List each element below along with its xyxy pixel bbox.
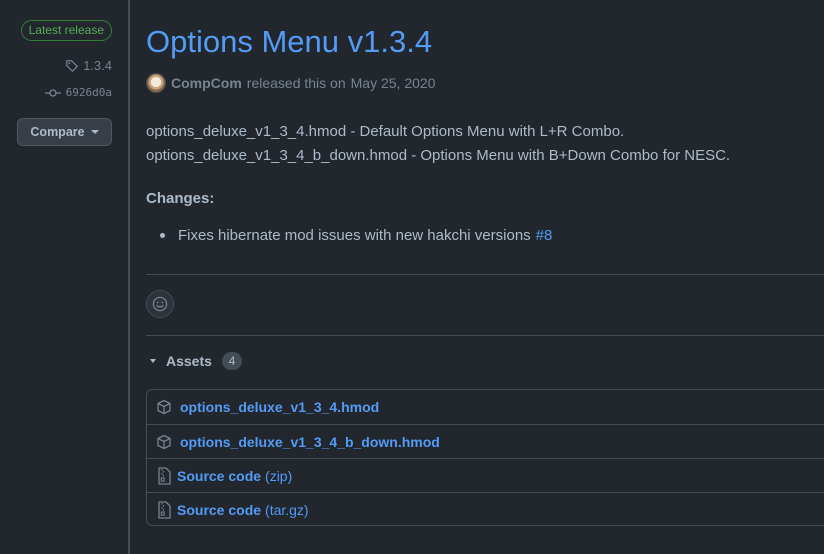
release-title[interactable]: Options Menu v1.3.4 [146,24,432,60]
compare-button[interactable]: Compare [17,118,112,146]
commit-link[interactable]: 6926d0a [44,86,112,99]
archive-format: (tar.gz) [265,501,309,518]
source-code-link[interactable]: Source code [177,502,261,518]
chevron-down-icon [90,130,99,134]
asset-link[interactable]: options_deluxe_v1_3_4.hmod [180,399,379,415]
commit-icon [44,88,61,97]
assets-label: Assets [166,353,212,369]
latest-release-badge: Latest release [20,20,112,41]
release-page: Latest release 1.3.4 6926d0a Compare Opt… [0,0,824,554]
file-zip-icon [158,500,171,519]
release-notes: options_deluxe_v1_3_4.hmod - Default Opt… [146,120,814,168]
timeline-divider [128,0,130,554]
add-reaction-button[interactable] [146,290,174,318]
changes-list: Fixes hibernate mod issues with new hakc… [160,227,552,244]
author-link[interactable]: CompCom [171,75,242,91]
list-item: Fixes hibernate mod issues with new hakc… [160,227,552,244]
tag-icon [66,59,78,72]
release-byline: CompCom released this on May 25, 2020 [146,73,435,93]
tag-link[interactable]: 1.3.4 [65,58,112,73]
package-icon [157,399,171,415]
asset-link[interactable]: options_deluxe_v1_3_4_b_down.hmod [180,434,440,450]
compare-label: Compare [30,125,85,139]
release-date: May 25, 2020 [350,75,436,91]
asset-row[interactable]: Source code (tar.gz) [147,492,824,526]
package-icon [157,434,171,449]
source-code-link[interactable]: Source code [177,468,261,484]
archive-format: (zip) [265,467,293,484]
divider [146,274,824,275]
release-main: Options Menu v1.3.4 CompCom released thi… [146,0,824,554]
asset-row[interactable]: Source code (zip) [147,458,824,492]
tag-label: 1.3.4 [83,58,112,73]
notes-line: options_deluxe_v1_3_4_b_down.hmod - Opti… [146,147,731,164]
triangle-down-icon [150,359,156,363]
divider [146,335,824,336]
smiley-icon [152,296,168,312]
commit-hash: 6926d0a [65,86,112,99]
notes-line: options_deluxe_v1_3_4.hmod - Default Opt… [146,123,625,140]
asset-row[interactable]: options_deluxe_v1_3_4.hmod [147,390,824,424]
released-text: released this on [246,75,346,91]
assets-list: options_deluxe_v1_3_4.hmod options_delux… [146,389,824,526]
issue-link[interactable]: #8 [536,227,553,244]
assets-count-badge: 4 [221,352,242,370]
avatar[interactable] [146,73,166,93]
changes-heading: Changes: [146,190,215,207]
assets-toggle[interactable]: Assets 4 [150,352,242,370]
change-text: Fixes hibernate mod issues with new hakc… [178,227,531,244]
file-zip-icon [158,466,171,485]
bullet-icon [160,233,165,238]
release-sidebar: Latest release 1.3.4 6926d0a Compare [0,0,128,554]
asset-row[interactable]: options_deluxe_v1_3_4_b_down.hmod [147,424,824,458]
